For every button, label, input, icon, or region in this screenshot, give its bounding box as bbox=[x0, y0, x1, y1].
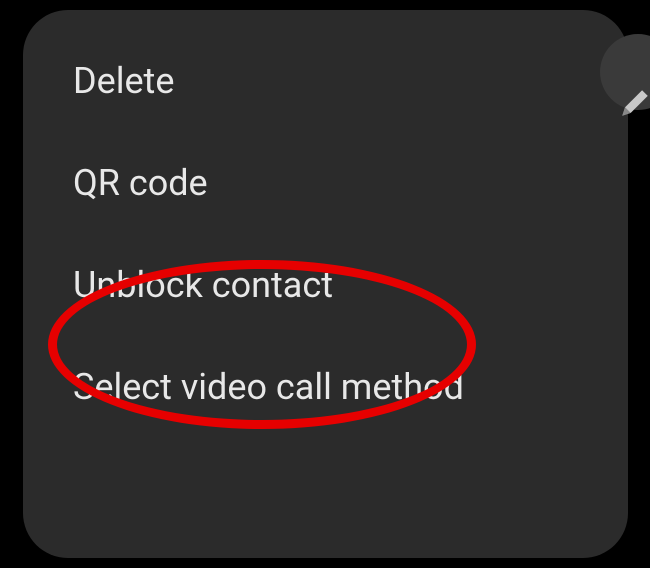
menu-item-qr-code[interactable]: QR code bbox=[23, 132, 628, 234]
edit-pen-icon[interactable] bbox=[618, 86, 650, 120]
menu-item-label: QR code bbox=[73, 162, 208, 204]
context-menu-panel: Delete QR code Unblock contact Select vi… bbox=[23, 10, 628, 558]
menu-item-unblock-contact[interactable]: Unblock contact bbox=[23, 234, 628, 336]
menu-item-label: Select video call method bbox=[73, 366, 464, 408]
menu-item-label: Delete bbox=[73, 60, 174, 102]
menu-item-label: Unblock contact bbox=[73, 264, 333, 306]
menu-item-delete[interactable]: Delete bbox=[23, 30, 628, 132]
menu-item-select-video-call-method[interactable]: Select video call method bbox=[23, 336, 628, 438]
